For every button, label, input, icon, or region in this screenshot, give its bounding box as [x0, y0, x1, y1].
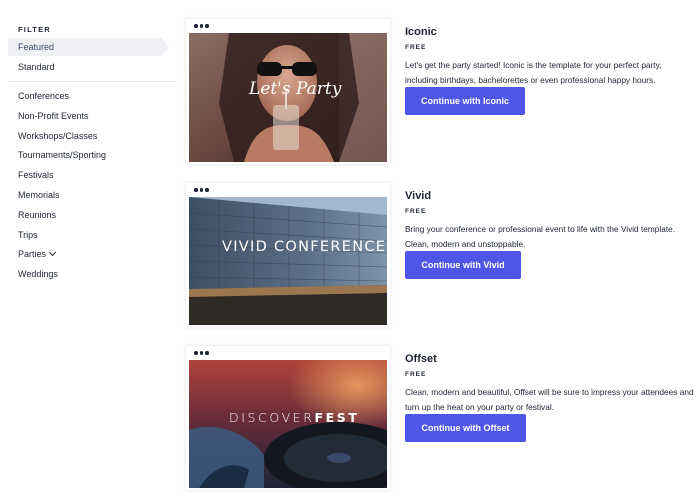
filter-festivals[interactable]: Festivals — [18, 170, 54, 180]
filter-workshops-classes[interactable]: Workshops/Classes — [18, 131, 97, 141]
thumb-title-iconic: Let's Party — [249, 79, 342, 99]
filter-tournaments-sporting[interactable]: Tournaments/Sporting — [18, 150, 106, 160]
template-description: Let's get the party started! Iconic is t… — [405, 60, 662, 85]
template-description: Clean, modern and beautiful, Offset will… — [405, 387, 694, 412]
more-dots-icon[interactable] — [194, 351, 209, 355]
template-title: Vivid — [405, 190, 432, 202]
more-dots-icon[interactable] — [194, 188, 209, 192]
template-info-vivid: Vivid FREE Bring your conference or prof… — [405, 190, 695, 279]
filter-heading: FILTER — [18, 25, 51, 34]
template-price: FREE — [405, 371, 427, 378]
filter-reunions[interactable]: Reunions — [18, 210, 56, 220]
filter-parties[interactable]: Parties — [18, 248, 57, 259]
thumb-title-offset: DISCOVERFEST — [229, 410, 360, 425]
sidebar-divider — [8, 81, 176, 82]
template-preview-vivid[interactable]: VIVID CONFERENCE — [189, 197, 387, 325]
filter-featured[interactable]: Featured — [8, 38, 169, 56]
template-preview-offset[interactable]: DISCOVERFEST — [189, 360, 387, 488]
building-photo — [189, 197, 387, 325]
continue-vivid-button[interactable]: Continue with Vivid — [405, 251, 521, 279]
template-card-offset[interactable]: DISCOVERFEST — [186, 346, 390, 490]
thumb-title-offset-b: FEST — [314, 410, 360, 425]
template-card-iconic[interactable]: Let's Party — [186, 19, 390, 164]
template-preview-iconic[interactable]: Let's Party — [189, 33, 387, 162]
filter-parties-label: Parties — [18, 249, 47, 259]
template-card-vivid[interactable]: VIVID CONFERENCE — [186, 183, 390, 327]
template-title: Offset — [405, 353, 437, 365]
filter-conferences[interactable]: Conferences — [18, 91, 69, 101]
filter-sidebar: FILTER Featured Standard Conferences Non… — [0, 0, 178, 498]
continue-offset-button[interactable]: Continue with Offset — [405, 414, 526, 442]
filter-weddings[interactable]: Weddings — [18, 269, 58, 279]
template-title: Iconic — [405, 26, 437, 38]
template-price: FREE — [405, 208, 427, 215]
template-price: FREE — [405, 44, 427, 51]
template-info-offset: Offset FREE Clean, modern and beautiful,… — [405, 353, 695, 442]
filter-non-profit-events[interactable]: Non-Profit Events — [18, 111, 89, 121]
chevron-down-icon — [48, 248, 57, 257]
more-dots-icon[interactable] — [194, 24, 209, 28]
continue-iconic-button[interactable]: Continue with Iconic — [405, 87, 525, 115]
filter-standard[interactable]: Standard — [18, 62, 55, 72]
thumb-title-vivid: VIVID CONFERENCE — [222, 239, 387, 255]
template-info-iconic: Iconic FREE Let's get the party started!… — [405, 26, 695, 115]
filter-memorials[interactable]: Memorials — [18, 190, 60, 200]
template-description: Bring your conference or professional ev… — [405, 224, 676, 249]
filter-trips[interactable]: Trips — [18, 230, 38, 240]
thumb-title-offset-a: DISCOVER — [229, 410, 315, 425]
